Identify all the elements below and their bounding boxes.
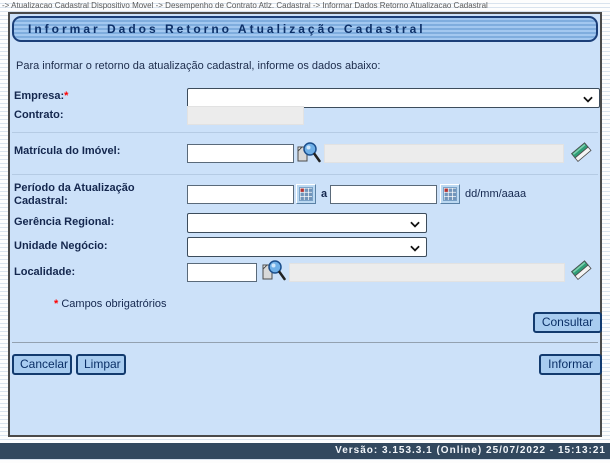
localidade-descricao-field — [289, 263, 565, 282]
unidade-select[interactable] — [187, 237, 427, 257]
matricula-input[interactable] — [187, 144, 294, 163]
periodo-label: Período da Atualização Cadastral: — [14, 182, 135, 207]
informar-button[interactable]: Informar — [539, 354, 602, 375]
required-note: * Campos obrigatrórios — [54, 298, 167, 310]
search-icon[interactable] — [260, 258, 286, 287]
unidade-label: Unidade Negócio: — [14, 240, 108, 252]
eraser-icon[interactable] — [569, 138, 593, 169]
required-note-mark: * — [54, 298, 59, 310]
empresa-label: Empresa:* — [14, 90, 69, 102]
version-footer: Versão: 3.153.3.1 (Online) 25/07/2022 - … — [0, 443, 610, 459]
periodo-inicio-input[interactable] — [187, 185, 294, 204]
localidade-input[interactable] — [187, 263, 257, 282]
consultar-button[interactable]: Consultar — [533, 312, 602, 333]
chevron-down-icon — [408, 217, 422, 236]
chevron-down-icon — [408, 241, 422, 260]
button-divider — [12, 342, 598, 343]
matricula-descricao-field — [324, 144, 564, 163]
contrato-label: Contrato: — [14, 109, 64, 121]
instruction-text: Para informar o retorno da atualização c… — [16, 60, 381, 72]
form-panel: Informar Dados Retorno Atualização Cadas… — [8, 12, 602, 437]
section-divider — [12, 174, 598, 175]
empresa-select[interactable] — [187, 88, 600, 108]
periodo-fim-input[interactable] — [330, 185, 437, 204]
section-divider — [12, 132, 598, 133]
periodo-between-label: a — [321, 188, 328, 200]
gerencia-label: Gerência Regional: — [14, 216, 115, 228]
limpar-button[interactable]: Limpar — [76, 354, 126, 375]
chevron-down-icon — [581, 92, 595, 111]
calendar-icon[interactable] — [296, 184, 316, 209]
matricula-label: Matrícula do Imóvel: — [14, 145, 121, 157]
gerencia-select[interactable] — [187, 213, 427, 233]
cancelar-button[interactable]: Cancelar — [12, 354, 72, 375]
page-title: Informar Dados Retorno Atualização Cadas… — [12, 16, 598, 42]
breadcrumb[interactable]: -> Atualizacao Cadastral Dispositivo Mov… — [2, 1, 610, 10]
localidade-label: Localidade: — [14, 266, 76, 278]
empresa-required-mark: * — [64, 90, 69, 102]
calendar-icon[interactable] — [440, 184, 460, 209]
contrato-readonly-field — [187, 106, 304, 125]
eraser-icon[interactable] — [569, 256, 593, 287]
date-format-hint: dd/mm/aaaa — [465, 188, 527, 200]
page: -> Atualizacao Cadastral Dispositivo Mov… — [0, 0, 610, 463]
search-icon[interactable] — [295, 140, 321, 169]
